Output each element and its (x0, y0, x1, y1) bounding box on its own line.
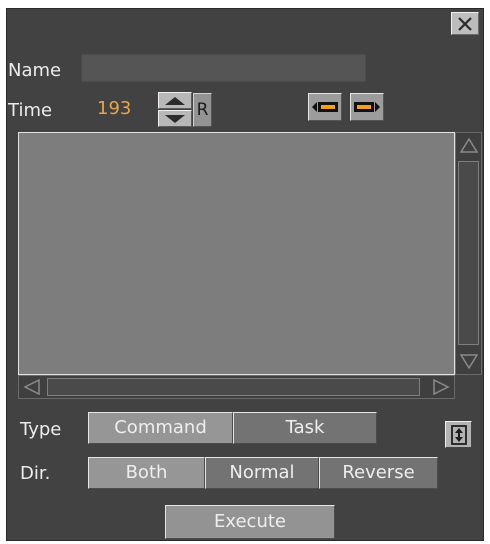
scroll-left-button[interactable] (20, 377, 44, 397)
name-label: Name (8, 60, 62, 81)
type-option-task[interactable]: Task (233, 412, 377, 444)
chevron-down-icon (165, 114, 185, 123)
direction-segmented-control: Both Normal Reverse (88, 457, 438, 489)
vertical-scrollbar[interactable] (455, 132, 482, 375)
direction-option-both[interactable]: Both (88, 457, 205, 489)
command-list-area[interactable] (18, 132, 455, 375)
step-forward-button[interactable] (350, 93, 384, 121)
time-decrement-button[interactable] (158, 110, 192, 127)
scroll-up-button[interactable] (457, 134, 480, 156)
name-input[interactable] (81, 54, 366, 82)
time-value-field[interactable]: 193 (97, 95, 131, 123)
direction-label: Dir. (20, 463, 51, 484)
horizontal-scrollbar[interactable] (18, 375, 455, 399)
time-label: Time (8, 100, 53, 121)
direction-option-reverse[interactable]: Reverse (319, 457, 438, 489)
expand-button[interactable] (445, 421, 472, 448)
horizontal-scroll-thumb[interactable] (47, 378, 420, 396)
close-icon (458, 16, 472, 31)
step-back-button[interactable] (308, 93, 342, 121)
triangle-down-icon (459, 354, 478, 370)
expand-vertical-icon (450, 424, 467, 445)
step-back-icon (312, 102, 338, 112)
type-segmented-control: Command Task (88, 412, 378, 444)
scroll-right-button[interactable] (429, 377, 453, 397)
scroll-down-button[interactable] (457, 351, 480, 373)
vertical-scroll-thumb[interactable] (458, 161, 479, 345)
reset-time-button[interactable]: R (193, 93, 212, 127)
triangle-up-icon (459, 137, 478, 153)
type-option-command[interactable]: Command (88, 412, 233, 444)
time-increment-button[interactable] (158, 92, 192, 109)
type-label: Type (20, 419, 62, 440)
triangle-left-icon (23, 379, 40, 395)
chevron-up-icon (165, 96, 185, 105)
triangle-right-icon (433, 379, 450, 395)
execute-button[interactable]: Execute (165, 505, 335, 539)
step-forward-icon (354, 102, 380, 112)
direction-option-normal[interactable]: Normal (205, 457, 319, 489)
time-stepper[interactable] (158, 92, 192, 127)
close-button[interactable] (451, 12, 479, 35)
